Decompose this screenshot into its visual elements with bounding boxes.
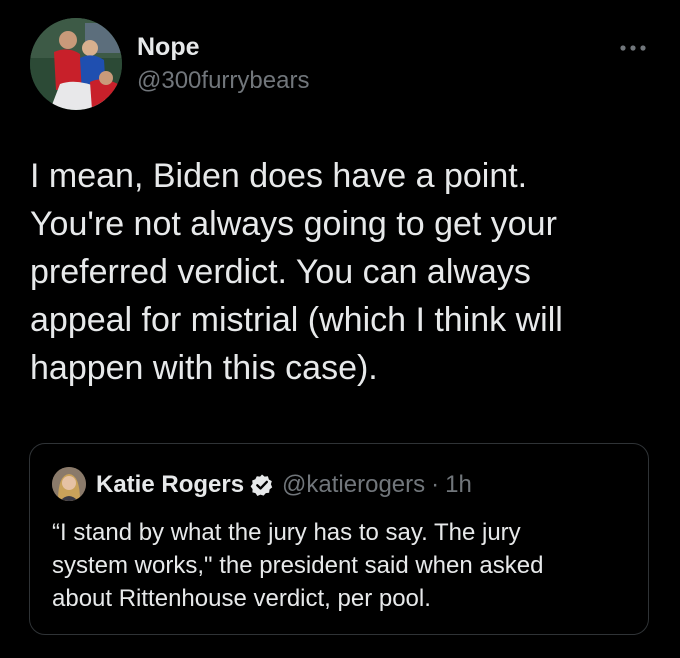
quoted-tweet-card[interactable]: Katie Rogers @katierogers · 1h “I stand … bbox=[29, 443, 649, 635]
more-horizontal-icon[interactable] bbox=[616, 38, 650, 58]
quote-timestamp[interactable]: 1h bbox=[445, 471, 472, 499]
tweet-text-line: appeal for mistrial (which I think will bbox=[30, 301, 563, 339]
quote-avatar-photo-icon bbox=[52, 467, 86, 501]
quote-text-line: about Rittenhouse verdict, per pool. bbox=[52, 585, 431, 612]
quote-header: Katie Rogers @katierogers · 1h bbox=[96, 468, 472, 502]
tweet-text: I mean, Biden does have a point. You're … bbox=[30, 152, 655, 392]
verified-badge-icon bbox=[250, 473, 274, 497]
avatar-photo-icon bbox=[30, 18, 122, 110]
quote-text-line: “I stand by what the jury has to say. Th… bbox=[52, 519, 521, 546]
quote-text-line: system works," the president said when a… bbox=[52, 552, 544, 579]
tweet-text-line: I mean, Biden does have a point. bbox=[30, 157, 528, 195]
quote-author-handle[interactable]: @katierogers bbox=[282, 471, 425, 499]
tweet-text-line: You're not always going to get your bbox=[30, 205, 557, 243]
tweet-text-line: happen with this case). bbox=[30, 349, 378, 387]
author-name[interactable]: Nope bbox=[137, 32, 200, 62]
author-avatar[interactable] bbox=[30, 18, 122, 110]
quote-author-name[interactable]: Katie Rogers bbox=[96, 471, 244, 499]
author-handle[interactable]: @300furrybears bbox=[137, 66, 309, 96]
quote-separator: · bbox=[431, 471, 440, 498]
tweet: Nope @300furrybears I mean, Biden does h… bbox=[0, 0, 680, 658]
quote-author-avatar[interactable] bbox=[52, 467, 86, 501]
quote-text: “I stand by what the jury has to say. Th… bbox=[52, 516, 632, 615]
tweet-text-line: preferred verdict. You can always bbox=[30, 253, 531, 291]
